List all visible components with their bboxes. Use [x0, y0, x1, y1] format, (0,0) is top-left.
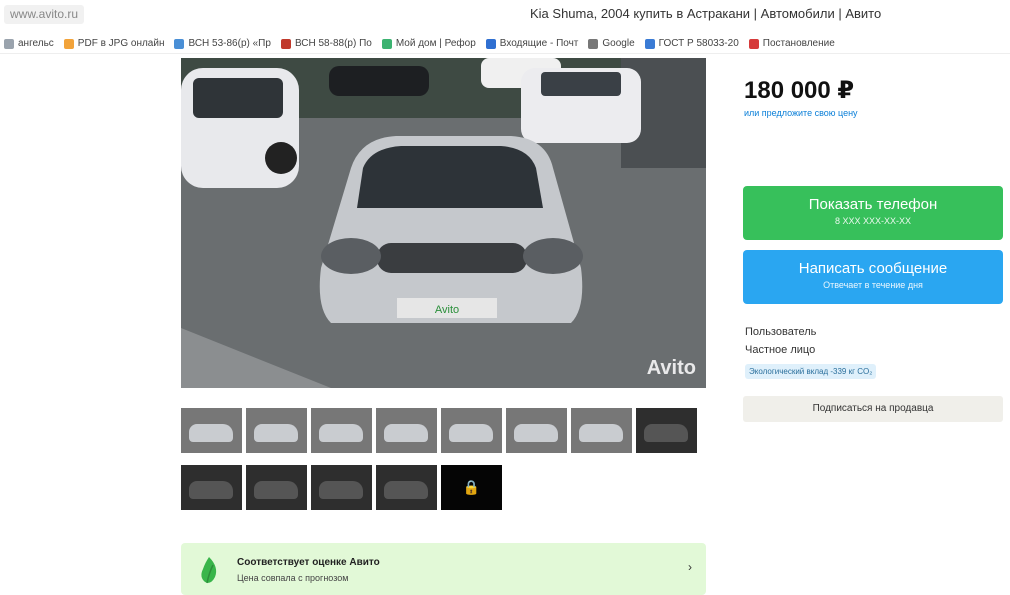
photo-thumbnail[interactable]	[181, 465, 242, 510]
thumbnail-image	[644, 424, 688, 442]
offer-price-link[interactable]: или предложите свою цену	[744, 108, 858, 118]
phone-mask: 8 XXX XXX-XX-XX	[834, 216, 912, 226]
thumbnail-gallery: 🔒	[181, 408, 706, 522]
bookmark-label: ангельс	[18, 38, 54, 49]
bookmark-item[interactable]: Мой дом | Рефор	[381, 38, 476, 49]
thumbnail-image	[384, 424, 428, 442]
reply-time: Отвечает в течение дня	[823, 280, 923, 290]
bookmark-item[interactable]: PDF в JPG онлайн	[63, 38, 165, 49]
write-message-button[interactable]: Написать сообщение Отвечает в течение дн…	[743, 250, 1003, 304]
seller-name[interactable]: Пользователь	[745, 326, 816, 338]
photo-thumbnail[interactable]	[376, 465, 437, 510]
photo-thumbnail[interactable]	[246, 408, 307, 453]
main-photo[interactable]: Avito Avito	[181, 58, 706, 388]
price: 180 000 ₽	[744, 77, 855, 104]
thumbnail-image	[319, 481, 363, 499]
flag-icon	[748, 38, 759, 49]
bookmark-label: Постановление	[762, 38, 835, 49]
show-phone-button[interactable]: Показать телефон 8 XXX XXX-XX-XX	[743, 186, 1003, 240]
bookmark-label: PDF в JPG онлайн	[77, 38, 165, 49]
bookmarks-bar: ангельс PDF в JPG онлайн ВСН 53-86(р) «Пр В…	[0, 34, 1010, 54]
bookmark-label: Входящие - Почт	[499, 38, 579, 49]
link-icon	[644, 38, 655, 49]
bookmark-item[interactable]: Постановление	[748, 38, 835, 49]
thumbnail-row	[181, 408, 706, 453]
thumbnail-image	[254, 481, 298, 499]
show-phone-label: Показать телефон	[808, 196, 938, 213]
photo-thumbnail[interactable]	[311, 408, 372, 453]
photo-thumbnail[interactable]	[506, 408, 567, 453]
thumbnail-image	[384, 481, 428, 499]
price-rating-banner[interactable]: Соответствует оценке Авито Цена совпала …	[181, 543, 706, 595]
photo-thumbnail[interactable]	[311, 465, 372, 510]
bookmark-item[interactable]: ВСН 58-88(р) По	[280, 38, 372, 49]
google-icon	[588, 38, 599, 49]
page-title: Kia Shuma, 2004 купить в Астракани | Авт…	[530, 6, 882, 21]
avito-watermark: Avito	[646, 357, 696, 379]
thumbnail-image	[514, 424, 558, 442]
bookmark-icon	[4, 38, 14, 49]
locked-thumbnail[interactable]: 🔒	[441, 465, 502, 510]
mail-icon	[485, 38, 496, 49]
leaf-icon	[201, 557, 217, 584]
lock-icon: 🔒	[462, 479, 481, 495]
bookmark-label: Мой дом | Рефор	[395, 38, 476, 49]
rating-title: Соответствует оценке Авито	[237, 557, 380, 568]
browser-topbar: www.avito.ru Kia Shuma, 2004 купить в Ас…	[0, 0, 1010, 30]
thumbnail-image	[254, 424, 298, 442]
chevron-right-icon: ›	[688, 560, 692, 574]
thumbnail-image	[189, 481, 233, 499]
pdf-icon	[63, 38, 74, 49]
photo-thumbnail[interactable]	[246, 465, 307, 510]
photo-thumbnail[interactable]	[376, 408, 437, 453]
rating-subtitle: Цена совпала с прогнозом	[237, 573, 349, 583]
thumbnail-image	[189, 424, 233, 442]
document-icon	[280, 38, 291, 49]
bookmark-label: Google	[602, 38, 635, 49]
photo-thumbnail[interactable]	[571, 408, 632, 453]
bookmark-item[interactable]: Google	[588, 38, 635, 49]
car-photo: Avito	[181, 58, 706, 388]
photo-thumbnail[interactable]	[181, 408, 242, 453]
bookmark-label: ГОСТ Р 58033-20	[658, 38, 739, 49]
bookmark-label: ВСН 58-88(р) По	[294, 38, 372, 49]
photo-thumbnail[interactable]	[636, 408, 697, 453]
subscribe-button[interactable]: Подписаться на продавца	[743, 396, 1003, 422]
write-message-label: Написать сообщение	[798, 260, 948, 277]
thumbnail-row: 🔒	[181, 465, 706, 510]
bookmark-item[interactable]: Входящие - Почт	[485, 38, 579, 49]
thumbnail-image	[579, 424, 623, 442]
thumbnail-image	[319, 424, 363, 442]
seller-kind: Частное лицо	[745, 344, 816, 356]
address-bar[interactable]: www.avito.ru	[4, 5, 85, 24]
bookmark-item[interactable]: ангельс	[4, 38, 54, 49]
bookmark-item[interactable]: ВСН 53-86(р) «Пр	[174, 38, 271, 49]
snowflake-icon	[174, 38, 185, 49]
bookmark-label: ВСН 53-86(р) «Пр	[188, 38, 271, 49]
grid-icon	[381, 38, 392, 49]
plate-text: Avito	[435, 304, 459, 316]
photo-thumbnail[interactable]	[441, 408, 502, 453]
eco-badge[interactable]: Экологический вклад -339 кг CO₂	[745, 364, 877, 379]
bookmark-item[interactable]: ГОСТ Р 58033-20	[644, 38, 739, 49]
thumbnail-image	[449, 424, 493, 442]
